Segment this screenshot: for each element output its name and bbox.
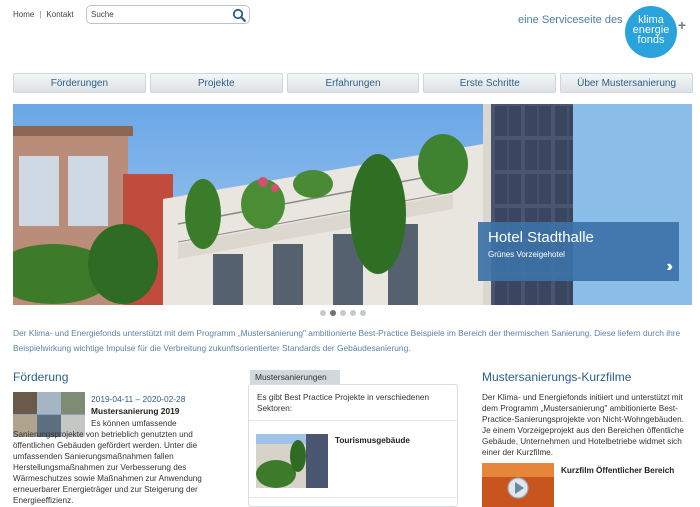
foerderung-text: Es können umfassende Sanierungsprojekte …: [13, 419, 202, 505]
slider-dot[interactable]: [360, 310, 366, 316]
nav-item-projekte[interactable]: Projekte: [149, 73, 283, 93]
tourismus-link[interactable]: Tourismusgebäude: [335, 436, 410, 445]
kurzfilme-heading: Mustersanierungs-Kurzfilme: [482, 370, 632, 384]
logo-plus: +: [677, 17, 686, 33]
hero-slider[interactable]: Hotel Stadthalle Grünes Vorzeigehotel ››: [13, 104, 692, 305]
slider-dots: [320, 310, 366, 316]
kontakt-link[interactable]: Kontakt: [46, 10, 73, 19]
slide-subtitle: Grünes Vorzeigehotel: [488, 250, 565, 259]
nav-item-ueber-mustersanierung[interactable]: Über Mustersanierung: [560, 73, 693, 93]
intro-text: Der Klima- und Energiefonds unterstützt …: [13, 328, 681, 353]
slide-caption[interactable]: Hotel Stadthalle Grünes Vorzeigehotel ››: [478, 222, 679, 281]
logo-line-3: fonds: [637, 34, 665, 46]
slider-dot[interactable]: [320, 310, 326, 316]
mustersanierungen-intro: Es gibt Best Practice Projekte in versch…: [257, 393, 430, 413]
slider-dot[interactable]: [340, 310, 346, 316]
divider: [249, 420, 457, 421]
search-input[interactable]: [87, 7, 227, 22]
slider-dot-active[interactable]: [330, 310, 336, 316]
foerderung-heading: Förderung: [13, 370, 69, 384]
nav-item-erste-schritte[interactable]: Erste Schritte: [423, 73, 557, 93]
link-separator: |: [39, 10, 42, 19]
mustersanierungen-panel: Es gibt Best Practice Projekte in versch…: [248, 384, 458, 507]
foerderung-date: 2019-04-11 – 2020-02-28: [91, 394, 186, 404]
search-button[interactable]: [230, 7, 247, 22]
klimafonds-logo[interactable]: klima energie fonds +: [625, 6, 686, 58]
top-links: Home | Kontakt: [13, 10, 74, 19]
next-slide-icon[interactable]: ››: [666, 258, 672, 276]
tab-mustersanierungen[interactable]: Mustersanierungen: [250, 370, 340, 384]
slide-title: Hotel Stadthalle: [488, 229, 594, 246]
kurzfilme-text: Der Klima- und Energiefonds initiiert un…: [482, 393, 684, 457]
nav-item-foerderungen[interactable]: Förderungen: [13, 73, 146, 93]
search-box: [86, 5, 250, 24]
kurzfilm-link[interactable]: Kurzfilm Öffentlicher Bereich: [561, 466, 674, 475]
nav-item-erfahrungen[interactable]: Erfahrungen: [286, 73, 420, 93]
kurzfilm-thumbnail[interactable]: [482, 463, 554, 507]
slider-dot[interactable]: [350, 310, 356, 316]
service-text: eine Serviceseite des: [518, 14, 623, 26]
divider: [249, 497, 457, 498]
home-link[interactable]: Home: [13, 10, 34, 19]
search-icon: [232, 8, 246, 22]
main-nav: Förderungen Projekte Erfahrungen Erste S…: [13, 73, 693, 93]
header: Home | Kontakt eine Serviceseite des kli…: [0, 0, 700, 62]
foerderung-title[interactable]: Mustersanierung 2019: [91, 406, 179, 416]
tourismus-image[interactable]: [256, 434, 328, 488]
